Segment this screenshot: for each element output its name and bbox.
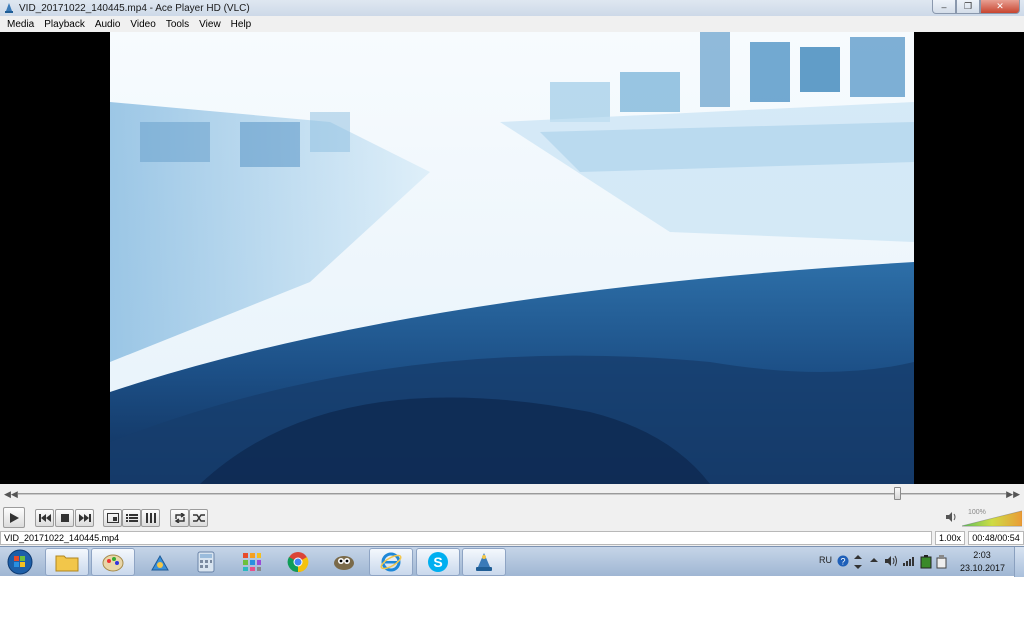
calculator-icon [197,551,215,573]
taskbar: S RU ? 2:03 23.10.2017 [0,546,1024,577]
menu-playback[interactable]: Playback [39,19,90,30]
controls-bar: 100% [0,504,1024,530]
loop-icon [174,513,185,523]
clock-date[interactable]: 23.10.2017 [960,563,1005,573]
taskbar-ace-player[interactable] [462,548,506,576]
stop-button[interactable] [55,509,74,527]
help-icon[interactable]: ? [837,555,849,567]
show-hidden-icons-icon[interactable] [869,555,879,565]
safely-remove-icon[interactable] [936,555,948,569]
status-filename: VID_20171022_140445.mp4 [0,531,932,545]
battery-icon[interactable] [920,555,932,569]
shuffle-icon [192,514,205,522]
menu-audio[interactable]: Audio [90,19,126,30]
fullscreen-button[interactable] [103,509,122,527]
taskbar-explorer[interactable] [45,548,89,576]
play-icon [10,512,19,523]
show-desktop-button[interactable] [1014,547,1024,577]
internet-explorer-icon [380,552,402,572]
menu-video[interactable]: Video [125,19,160,30]
taskbar-skype[interactable]: S [416,548,460,576]
restore-button[interactable]: ❐ [956,0,980,14]
clock-time[interactable]: 2:03 [962,550,1002,560]
window-title: VID_20171022_140445.mp4 - Ace Player HD … [19,2,250,14]
seek-forward-icon[interactable]: ▶▶ [1006,489,1020,500]
taskbar-calculator[interactable] [184,548,228,576]
menu-media[interactable]: Media [2,19,39,30]
fullscreen-icon [106,513,119,523]
ace-player-taskbar-icon [476,553,492,571]
restore-icon: ❐ [963,1,973,11]
network-signal-icon[interactable] [902,555,916,567]
taskbar-lab-tool[interactable] [138,548,182,576]
stop-icon [60,514,69,522]
speaker-icon[interactable] [884,555,898,567]
taskbar-gimp[interactable] [322,548,366,576]
playback-time[interactable]: 00:48/00:54 [968,531,1024,545]
language-indicator[interactable]: RU [819,555,832,565]
taskbar-app-grid[interactable] [230,548,274,576]
next-icon [78,514,91,522]
equalizer-icon [145,513,156,523]
language-arrows-icon[interactable] [853,555,863,569]
taskbar-chrome[interactable] [276,548,320,576]
lab-tool-icon [151,554,169,571]
menu-tools[interactable]: Tools [161,19,194,30]
playlist-button[interactable] [122,509,141,527]
seek-slider[interactable] [18,493,1006,495]
equalizer-button[interactable] [141,509,160,527]
folder-icon [55,555,79,572]
video-frame[interactable] [110,32,914,484]
previous-button[interactable] [35,509,54,527]
volume-slider[interactable] [962,510,1022,527]
minimize-icon: – [941,1,947,12]
skype-icon: S [428,552,448,572]
loop-button[interactable] [170,509,189,527]
playlist-icon [125,514,138,522]
taskbar-paint[interactable] [91,548,135,576]
play-button[interactable] [3,507,25,528]
menu-bar: Media Playback Audio Video Tools View He… [0,16,1024,32]
menu-view[interactable]: View [194,19,226,30]
gimp-icon [334,556,354,570]
app-grid-icon [243,553,261,571]
title-bar: VID_20171022_140445.mp4 - Ace Player HD … [0,0,1024,16]
svg-text:S: S [433,554,442,570]
close-button[interactable]: ✕ [980,0,1020,14]
seek-row: ◀◀ ▶▶ [0,484,1024,504]
menu-help[interactable]: Help [226,19,257,30]
chrome-icon [287,552,309,573]
previous-icon [38,514,51,522]
status-bar: VID_20171022_140445.mp4 1.00x 00:48/00:5… [0,530,1024,546]
playback-speed[interactable]: 1.00x [935,531,965,545]
start-button[interactable] [3,548,37,576]
shuffle-button[interactable] [189,509,208,527]
close-icon: ✕ [996,1,1004,11]
ace-player-icon [5,3,13,13]
video-picture [110,32,914,484]
volume-icon[interactable] [945,511,959,523]
taskbar-internet-explorer[interactable] [369,548,413,576]
seek-handle[interactable] [894,487,901,500]
next-button[interactable] [75,509,94,527]
paint-icon [102,554,124,572]
minimize-button[interactable]: – [932,0,956,14]
svg-text:?: ? [840,557,845,567]
video-area[interactable] [0,32,1024,484]
seek-back-icon[interactable]: ◀◀ [4,489,18,500]
